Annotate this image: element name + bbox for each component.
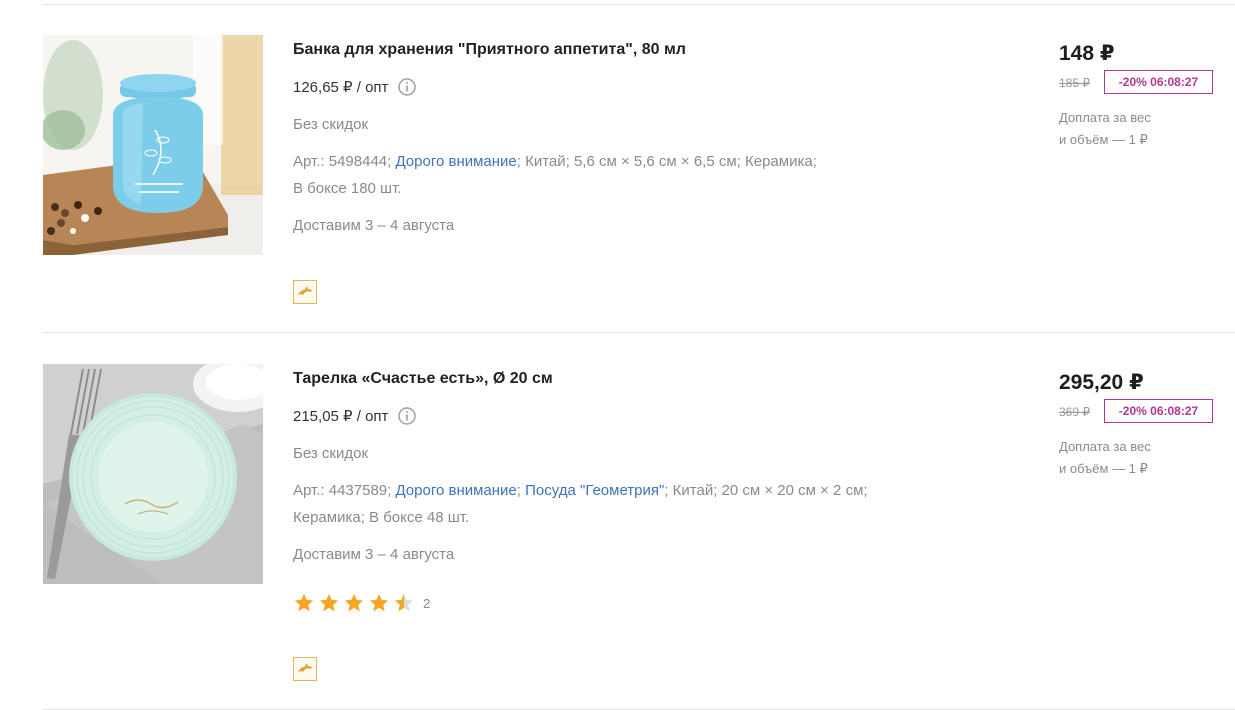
opt-price-text: 126,65 ₽ / опт [293,79,389,96]
surcharge-line-1: Доплата за вес [1059,110,1151,125]
surcharge-line-1: Доплата за вес [1059,439,1151,454]
delivery-info: Доставим 3 – 4 августа [293,546,455,563]
article-number: Арт.: 4437589; [293,482,392,499]
brand-link[interactable]: Дорого внимание [395,482,516,499]
old-price: 185 ₽ [1059,76,1090,90]
star-icon [369,593,389,612]
promo-badge: -20% 06:08:27 [1104,399,1213,423]
half-star-icon [394,593,414,612]
surcharge-note: Доплата за вес и объём — 1 ₽ [1059,436,1151,480]
specs-separator: ; [516,482,521,499]
promo-badge: -20% 06:08:27 [1104,70,1213,94]
specs-rest: ; Китай; 5,6 см × 5,6 см × 6,5 см; Керам… [516,153,817,170]
specs-line-2: В боксе 180 шт. [293,180,402,197]
star-icon [294,593,314,612]
surcharge-line-2: и объём — 1 ₽ [1059,461,1148,476]
discount-note: Без скидок [293,116,368,133]
info-icon[interactable] [398,78,417,96]
discount-note: Без скидок [293,445,368,462]
blue-ceramic-jar-image [43,35,263,255]
opt-price: 126,65 ₽ / опт [293,78,417,96]
delivery-info: Доставим 3 – 4 августа [293,217,455,234]
specs-line-2: Керамика; В боксе 48 шт. [293,509,470,526]
brand-link[interactable]: Дорого внимание [395,153,516,170]
opt-price-text: 215,05 ₽ / опт [293,408,389,425]
article-number: Арт.: 5498444; [293,153,392,170]
star-icon [344,593,364,612]
mint-plate-image [43,364,263,584]
product-specs: Арт.: 5498444; Дорого внимание; Китай; 5… [293,148,817,202]
dolphin-badge-icon[interactable] [293,657,317,681]
dolphin-badge-icon[interactable] [293,280,317,304]
specs-line-1: Арт.: 5498444; Дорого внимание; Китай; 5… [293,148,817,175]
product-image[interactable] [43,35,263,255]
surcharge-note: Доплата за вес и объём — 1 ₽ [1059,107,1151,151]
product-specs: Арт.: 4437589; Дорого внимание; Посуда "… [293,477,868,531]
current-price: 148 ₽ [1059,42,1115,65]
divider-middle [43,332,1235,333]
rating-count[interactable]: 2 [423,596,430,611]
product-title[interactable]: Тарелка «Счастье есть», Ø 20 см [293,370,553,388]
divider-top [43,4,1235,5]
opt-price: 215,05 ₽ / опт [293,407,417,425]
product-title[interactable]: Банка для хранения "Приятного аппетита",… [293,41,686,59]
specs-line-1: Арт.: 4437589; Дорого внимание; Посуда "… [293,477,868,504]
specs-rest: ; Китай; 20 см × 20 см × 2 см; [664,482,868,499]
rating-stars[interactable]: 2 [293,592,430,614]
surcharge-line-2: и объём — 1 ₽ [1059,132,1148,147]
current-price: 295,20 ₽ [1059,371,1144,394]
collection-link[interactable]: Посуда "Геометрия" [525,482,664,499]
info-icon[interactable] [398,407,417,425]
old-price: 369 ₽ [1059,405,1090,419]
product-image[interactable] [43,364,263,584]
star-icon [319,593,339,612]
